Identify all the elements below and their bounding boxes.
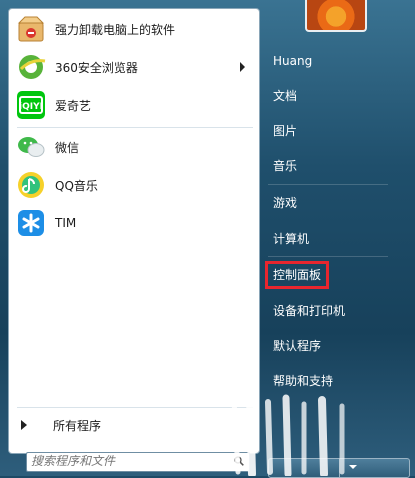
360-browser-icon xyxy=(15,51,47,83)
separator xyxy=(17,127,253,128)
default-programs-link[interactable]: 默认程序 xyxy=(268,335,326,357)
chevron-down-icon[interactable] xyxy=(349,465,357,469)
user-name-link[interactable]: Huang xyxy=(268,50,317,72)
control-panel-link[interactable]: 控制面板 xyxy=(264,261,330,289)
program-label: 爱奇艺 xyxy=(55,98,92,113)
program-label: 360安全浏览器 xyxy=(55,60,138,75)
separator xyxy=(17,407,253,408)
music-link[interactable]: 音乐 xyxy=(268,155,302,177)
programs-panel: 强力卸载电脑上的软件 360安全浏览器 iQIYI 爱奇艺 微信 QQ音乐 TI… xyxy=(8,8,260,454)
games-link[interactable]: 游戏 xyxy=(268,192,302,214)
program-label: 强力卸载电脑上的软件 xyxy=(55,22,176,37)
submenu-arrow-icon[interactable] xyxy=(240,62,245,72)
program-label: 微信 xyxy=(55,140,80,155)
program-tim[interactable]: TIM xyxy=(13,205,255,241)
iqiyi-icon: iQIYI xyxy=(15,89,47,121)
search-input[interactable] xyxy=(27,453,225,469)
program-iqiyi[interactable]: iQIYI 爱奇艺 xyxy=(13,87,255,123)
program-qq-music[interactable]: QQ音乐 xyxy=(13,167,255,203)
tim-icon xyxy=(15,207,47,239)
search-box[interactable] xyxy=(26,452,250,472)
all-programs-button[interactable]: 所有程序 xyxy=(17,414,253,436)
program-label: QQ音乐 xyxy=(55,178,98,193)
separator xyxy=(268,256,388,257)
uninstall-box-icon xyxy=(15,13,47,45)
computer-link[interactable]: 计算机 xyxy=(268,228,314,250)
qq-music-icon xyxy=(15,169,47,201)
shutdown-button[interactable] xyxy=(268,458,410,478)
wechat-icon xyxy=(15,131,47,163)
svg-text:iQIYI: iQIYI xyxy=(19,102,43,112)
user-avatar[interactable] xyxy=(305,0,367,32)
start-menu: 强力卸载电脑上的软件 360安全浏览器 iQIYI 爱奇艺 微信 QQ音乐 TI… xyxy=(0,0,415,478)
program-360-browser[interactable]: 360安全浏览器 xyxy=(13,49,255,85)
devices-printers-link[interactable]: 设备和打印机 xyxy=(268,300,350,322)
program-uninstaller[interactable]: 强力卸载电脑上的软件 xyxy=(13,11,255,47)
program-label: TIM xyxy=(55,216,77,230)
separator xyxy=(268,184,388,185)
button-divider xyxy=(339,459,340,477)
documents-link[interactable]: 文档 xyxy=(268,85,302,107)
pictures-link[interactable]: 图片 xyxy=(268,120,302,142)
search-icon[interactable] xyxy=(234,456,244,466)
all-programs-label: 所有程序 xyxy=(53,418,102,433)
program-wechat[interactable]: 微信 xyxy=(13,129,255,165)
expand-arrow-icon xyxy=(21,420,27,430)
help-support-link[interactable]: 帮助和支持 xyxy=(268,370,338,392)
